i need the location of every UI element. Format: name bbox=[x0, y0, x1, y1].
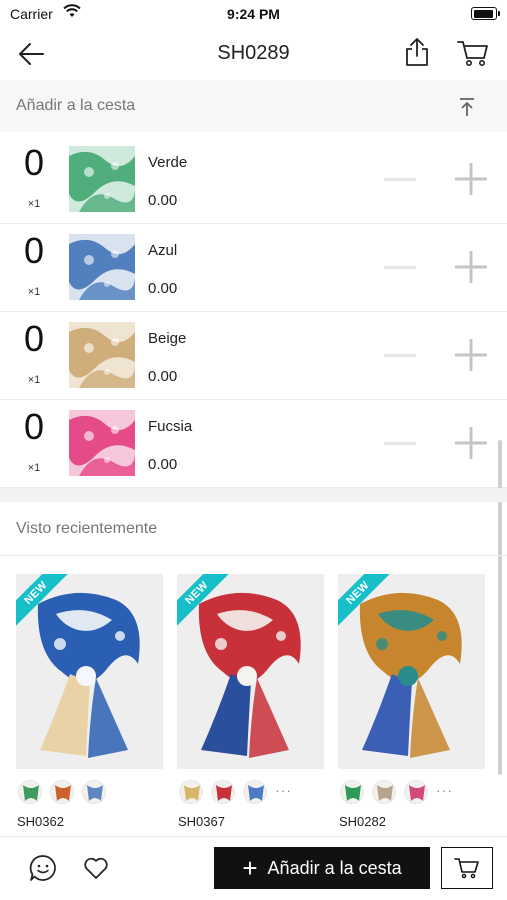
add-to-cart-button[interactable]: + Añadir a la cesta bbox=[214, 847, 430, 889]
quantity-value: 0 bbox=[23, 318, 45, 359]
color-swatch[interactable] bbox=[18, 780, 42, 804]
product-card[interactable]: NEW ··· SH0282 bbox=[338, 574, 485, 836]
decrease-quantity-button[interactable] bbox=[382, 438, 418, 450]
section-divider bbox=[0, 488, 507, 502]
color-swatch[interactable] bbox=[179, 780, 203, 804]
increase-quantity-button[interactable] bbox=[452, 248, 490, 286]
decrease-quantity-button[interactable] bbox=[382, 350, 418, 362]
chat-icon[interactable] bbox=[28, 853, 58, 883]
color-swatches: ··· bbox=[177, 780, 324, 806]
add-to-cart-section-header: Añadir a la cesta bbox=[0, 80, 507, 132]
decrease-quantity-button[interactable] bbox=[382, 262, 418, 274]
variant-name: Beige bbox=[148, 330, 187, 347]
status-time: 9:24 PM bbox=[227, 6, 280, 22]
quantity-multiplier: ×1 bbox=[27, 374, 41, 386]
color-swatch[interactable] bbox=[82, 780, 106, 804]
more-colors-indicator[interactable]: ··· bbox=[275, 782, 292, 798]
variant-row: 0 ×1 Azul 0.00 bbox=[0, 224, 507, 312]
quantity-value: 0 bbox=[23, 142, 45, 183]
battery-icon bbox=[471, 7, 500, 20]
status-bar: Carrier 9:24 PM bbox=[0, 0, 507, 28]
variant-name: Fucsia bbox=[148, 418, 193, 435]
quantity-multiplier: ×1 bbox=[27, 286, 41, 298]
quantity-value: 0 bbox=[23, 406, 45, 447]
increase-quantity-button[interactable] bbox=[452, 160, 490, 198]
heart-icon[interactable] bbox=[82, 854, 110, 882]
collapse-to-top-icon[interactable] bbox=[455, 95, 479, 119]
go-to-cart-button[interactable] bbox=[441, 847, 493, 889]
recently-viewed-header: Visto recientemente bbox=[0, 502, 507, 556]
variant-thumbnail bbox=[69, 146, 135, 212]
quantity-multiplier: ×1 bbox=[27, 198, 41, 210]
back-arrow-icon[interactable] bbox=[16, 40, 46, 68]
product-image[interactable]: NEW bbox=[177, 574, 324, 769]
cart-icon bbox=[454, 858, 479, 879]
variant-thumbnail bbox=[69, 234, 135, 300]
variant-thumbnail bbox=[69, 410, 135, 476]
nav-bar: SH0289 bbox=[0, 28, 507, 80]
recently-viewed-title: Visto recientemente bbox=[16, 520, 158, 537]
variant-row: 0 ×1 Verde 0.00 bbox=[0, 136, 507, 224]
increase-quantity-button[interactable] bbox=[452, 424, 490, 462]
product-card[interactable]: NEW ··· SH0367 bbox=[177, 574, 324, 836]
color-swatch[interactable] bbox=[50, 780, 74, 804]
decrease-quantity-button[interactable] bbox=[382, 174, 418, 186]
plus-icon: + bbox=[242, 853, 258, 883]
color-swatch[interactable] bbox=[340, 780, 364, 804]
bottom-bar: + Añadir a la cesta bbox=[0, 836, 507, 900]
product-code: SH0362 bbox=[17, 814, 64, 829]
variant-name: Azul bbox=[148, 242, 178, 259]
share-icon[interactable] bbox=[402, 36, 432, 68]
quantity-multiplier: ×1 bbox=[27, 462, 41, 474]
cart-icon[interactable] bbox=[456, 38, 490, 68]
variant-name: Verde bbox=[148, 154, 188, 171]
variant-row: 0 ×1 Beige 0.00 bbox=[0, 312, 507, 400]
section-title: Añadir a la cesta bbox=[16, 97, 136, 114]
add-to-cart-label: Añadir a la cesta bbox=[267, 857, 402, 878]
variant-list: 0 ×1 Verde 0.00 0 ×1 Azul 0.00 0 ×1 Beige 0.00 0 ×1 Fu… bbox=[0, 136, 507, 488]
color-swatch[interactable] bbox=[404, 780, 428, 804]
color-swatch[interactable] bbox=[372, 780, 396, 804]
product-code: SH0282 bbox=[339, 814, 386, 829]
variant-price: 0.00 bbox=[148, 456, 178, 473]
variant-price: 0.00 bbox=[148, 280, 178, 297]
variant-price: 0.00 bbox=[148, 368, 178, 385]
product-code: SH0367 bbox=[178, 814, 225, 829]
product-card[interactable]: NEW SH0362 bbox=[16, 574, 163, 836]
color-swatches bbox=[16, 780, 163, 806]
product-image[interactable]: NEW bbox=[16, 574, 163, 769]
product-detail-screen: Carrier 9:24 PM SH0289 Añadir a la cesta bbox=[0, 0, 507, 900]
color-swatch[interactable] bbox=[211, 780, 235, 804]
quantity-value: 0 bbox=[23, 230, 45, 271]
variant-thumbnail bbox=[69, 322, 135, 388]
variant-price: 0.00 bbox=[148, 192, 178, 209]
variant-row: 0 ×1 Fucsia 0.00 bbox=[0, 400, 507, 488]
color-swatches: ··· bbox=[338, 780, 485, 806]
color-swatch[interactable] bbox=[243, 780, 267, 804]
more-colors-indicator[interactable]: ··· bbox=[436, 782, 453, 798]
increase-quantity-button[interactable] bbox=[452, 336, 490, 374]
product-image[interactable]: NEW bbox=[338, 574, 485, 769]
